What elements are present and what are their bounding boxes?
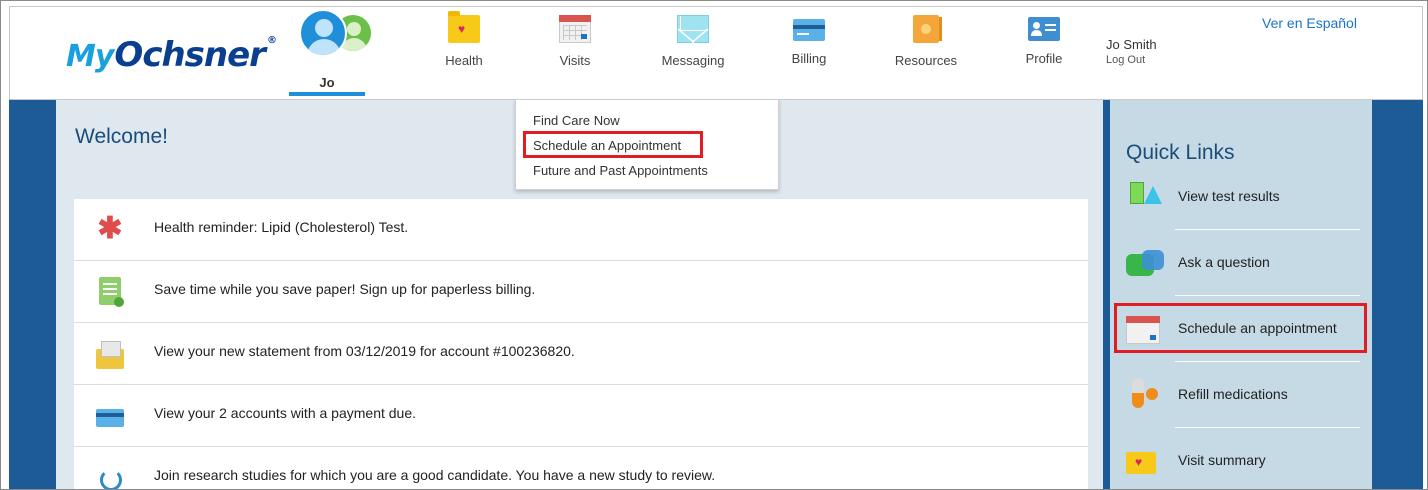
credit-card-icon [96,409,124,427]
alert-row[interactable]: Join research studies for which you are … [74,447,1088,489]
avatar-name: Jo [319,75,335,90]
alert-row[interactable]: Save time while you save paper! Sign up … [74,261,1088,323]
myochsner-logo[interactable]: My Ochsner ® [66,35,277,75]
alert-text[interactable]: Join research studies for which you are … [154,467,715,483]
quick-link-test-results[interactable]: View test results [1126,180,1360,246]
language-link[interactable]: Ver en Español [1262,15,1357,31]
quick-link-label: View test results [1178,188,1280,204]
divider [1175,229,1360,230]
nav-billing[interactable]: Billing [786,15,832,66]
nav-health[interactable]: ♥ Health [435,11,493,68]
divider [1175,427,1360,428]
quick-link-label: Visit summary [1178,452,1266,468]
menu-item-future-past-appointments[interactable]: Future and Past Appointments [533,163,708,178]
logo-my: My [66,39,114,74]
logout-link[interactable]: Log Out [1106,54,1157,66]
chat-bubbles-icon [1126,246,1164,280]
nav-profile-label: Profile [1025,51,1063,66]
alert-text[interactable]: View your 2 accounts with a payment due. [154,405,416,421]
quick-link-label: Ask a question [1178,254,1270,270]
pills-icon [1126,378,1164,412]
calendar-icon [559,15,591,43]
resources-book-icon [913,15,942,43]
logo-name: Ochsner [114,35,266,75]
quick-link-label: Refill medications [1178,386,1288,402]
alert-row[interactable]: View your 2 accounts with a payment due. [74,385,1088,447]
envelope-icon [677,15,709,44]
folder-heart-icon: ♥ [448,11,480,43]
microscope-icon [100,469,122,489]
nav-health-label: Health [445,53,483,68]
nav-profile[interactable]: Profile [1022,15,1066,66]
id-card-icon [1028,17,1060,41]
welcome-heading: Welcome! [75,125,168,148]
statement-envelope-icon [96,341,124,369]
alert-row[interactable]: View your new statement from 03/12/2019 … [74,323,1088,385]
quick-link-refill-medications[interactable]: Refill medications [1126,378,1360,444]
nav-billing-label: Billing [791,51,827,66]
alert-text[interactable]: View your new statement from 03/12/2019 … [154,343,575,359]
medical-star-icon: ✱ [97,212,123,245]
nav-visits-label: Visits [559,53,591,68]
user-block: Jo Smith Log Out [1106,37,1157,66]
logo-registered-mark: ® [266,35,277,46]
alert-text[interactable]: Save time while you save paper! Sign up … [154,281,535,297]
nav-messaging-label: Messaging [661,53,725,68]
app-window: My Ochsner ® Jo ♥ Health Visits Messaging … [0,0,1428,490]
primary-avatar-icon[interactable] [299,9,347,57]
user-name: Jo Smith [1106,37,1157,52]
nav-resources-label: Resources [894,53,958,68]
active-account-indicator [289,92,365,96]
divider [1175,295,1360,296]
alert-text[interactable]: Health reminder: Lipid (Cholesterol) Tes… [154,219,408,235]
quick-links-title: Quick Links [1126,141,1235,164]
quick-link-visit-summary[interactable]: Visit summary [1126,444,1360,489]
nav-resources[interactable]: Resources [892,15,960,68]
alert-row[interactable]: ✱ Health reminder: Lipid (Cholesterol) T… [74,199,1088,261]
menu-highlight-box [523,131,703,158]
divider [1175,361,1360,362]
credit-card-icon [793,19,825,41]
quick-link-highlight-box [1114,303,1367,353]
paperless-bill-icon [99,277,124,307]
nav-visits[interactable]: Visits [547,15,603,68]
account-switcher[interactable]: Jo [289,5,373,96]
menu-item-find-care-now[interactable]: Find Care Now [533,113,620,128]
folder-heart-icon [1126,452,1156,474]
test-tubes-icon [1126,180,1164,214]
alerts-panel: ✱ Health reminder: Lipid (Cholesterol) T… [74,199,1088,489]
nav-messaging[interactable]: Messaging [657,15,729,68]
